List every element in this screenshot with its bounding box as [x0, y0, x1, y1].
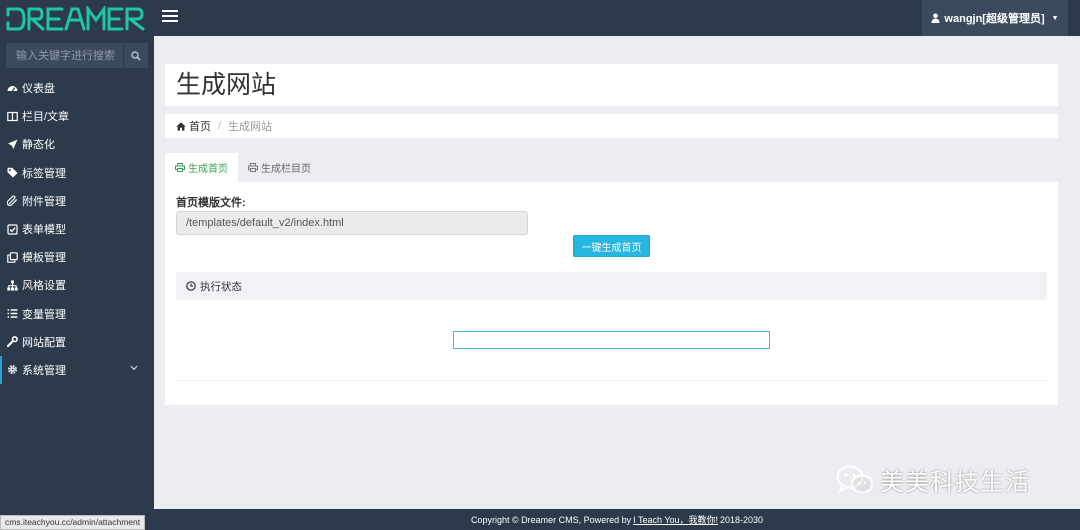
columns-icon: [7, 111, 18, 122]
sidebar-search: [6, 43, 148, 68]
sitemap-icon: [7, 280, 18, 291]
footer-link[interactable]: I Teach You，我教你!: [633, 513, 718, 526]
generate-home-button[interactable]: 一键生成首页: [573, 235, 650, 257]
progress-bar: [453, 331, 770, 349]
sidebar-item-templates[interactable]: 模板管理: [0, 243, 154, 271]
wechat-icon: [836, 465, 873, 493]
sidebar: 仪表盘 栏目/文章 静态化 标签管理 附件管理 表单模型 模板管理 风格设置: [0, 36, 154, 530]
paperclip-icon: [7, 195, 18, 207]
sidebar-item-label: 风格设置: [22, 280, 66, 293]
status-title: 执行状态: [200, 280, 242, 293]
tab-bar: 生成首页 生成栏目页: [165, 153, 321, 182]
sidebar-item-forms[interactable]: 表单模型: [0, 215, 154, 243]
tab-generate-home[interactable]: 生成首页: [165, 153, 238, 182]
sidebar-item-columns[interactable]: 栏目/文章: [0, 102, 154, 130]
breadcrumb-home[interactable]: 首页: [176, 118, 211, 134]
sidebar-item-label: 变量管理: [22, 308, 66, 321]
sidebar-item-static[interactable]: 静态化: [0, 130, 154, 158]
generate-panel: 首页模版文件: 一键生成首页 执行状态: [165, 182, 1058, 405]
tags-icon: [7, 167, 18, 178]
footer-copyright: Copyright © Dreamer CMS, Powered by: [470, 514, 632, 525]
sidebar-item-label: 附件管理: [22, 195, 66, 208]
sidebar-item-tags[interactable]: 标签管理: [0, 159, 154, 187]
search-input[interactable]: [6, 43, 123, 68]
sidebar-nav: 仪表盘 栏目/文章 静态化 标签管理 附件管理 表单模型 模板管理 风格设置 变…: [0, 74, 154, 385]
chevron-down-icon: [130, 365, 138, 371]
page-header: 生成网站: [165, 64, 1058, 106]
checkbox-icon: [7, 223, 18, 235]
search-button[interactable]: [123, 43, 148, 68]
top-bar: wangjn[超级管理员] ▼: [0, 0, 1080, 36]
tab-label: 生成首页: [188, 164, 228, 175]
wechat-watermark: 美美科技生活: [836, 462, 1030, 497]
sidebar-item-dashboard[interactable]: 仪表盘: [0, 74, 154, 102]
sidebar-item-label: 标签管理: [22, 167, 66, 180]
template-file-input[interactable]: [176, 211, 528, 235]
sidebar-item-label: 表单模型: [22, 224, 66, 237]
breadcrumb-home-label: 首页: [189, 121, 211, 133]
wrench-icon: [7, 336, 18, 348]
sidebar-item-label: 系统管理: [22, 364, 66, 377]
sidebar-item-label: 仪表盘: [22, 83, 55, 96]
search-icon: [131, 50, 141, 61]
status-url-tooltip: cms.iteachyou.cc/admin/attachment: [0, 515, 146, 530]
footer-years: 2018-2030: [720, 514, 764, 525]
home-icon: [176, 121, 186, 131]
sidebar-item-label: 网站配置: [22, 336, 66, 349]
tab-generate-columns[interactable]: 生成栏目页: [238, 153, 321, 182]
template-file-label: 首页模版文件:: [176, 197, 246, 209]
status-header: 执行状态: [176, 272, 1047, 300]
user-menu[interactable]: wangjn[超级管理员] ▼: [922, 0, 1068, 36]
sidebar-item-system[interactable]: 系统管理: [0, 355, 154, 385]
panel-divider: [176, 380, 1047, 381]
sidebar-item-label: 模板管理: [22, 252, 66, 265]
watermark-text: 美美科技生活: [880, 468, 1030, 496]
sidebar-item-styles[interactable]: 风格设置: [0, 271, 154, 299]
breadcrumb-current: 生成网站: [228, 121, 273, 133]
user-name: wangjn[超级管理员]: [944, 13, 1045, 25]
main-content: 生成网站 首页 / 生成网站 生成首页 生成栏目页 首页模版文件: 一键生成首页…: [154, 36, 1080, 509]
tab-label: 生成栏目页: [261, 164, 311, 175]
sidebar-item-label: 静态化: [22, 139, 55, 152]
printer-icon: [248, 163, 258, 172]
clock-icon: [186, 281, 196, 291]
dashboard-icon: [7, 83, 18, 94]
clone-icon: [7, 251, 18, 263]
menu-toggle-icon[interactable]: [162, 10, 178, 24]
sidebar-item-attachments[interactable]: 附件管理: [0, 187, 154, 215]
sidebar-item-variables[interactable]: 变量管理: [0, 300, 154, 328]
sidebar-item-label: 栏目/文章: [22, 111, 70, 124]
page-title: 生成网站: [176, 71, 277, 99]
dreamer-logo[interactable]: [6, 6, 150, 32]
printer-icon: [175, 163, 185, 172]
breadcrumb: 首页 / 生成网站: [165, 114, 1058, 138]
breadcrumb-separator: /: [218, 120, 222, 132]
rocket-icon: [7, 139, 18, 150]
sidebar-item-site-config[interactable]: 网站配置: [0, 328, 154, 356]
user-icon: [931, 13, 940, 23]
list-icon: [7, 308, 18, 319]
gear-icon: [7, 364, 18, 375]
footer: Copyright © Dreamer CMS, Powered by I Te…: [154, 509, 1080, 530]
caret-down-icon: ▼: [1051, 14, 1059, 22]
